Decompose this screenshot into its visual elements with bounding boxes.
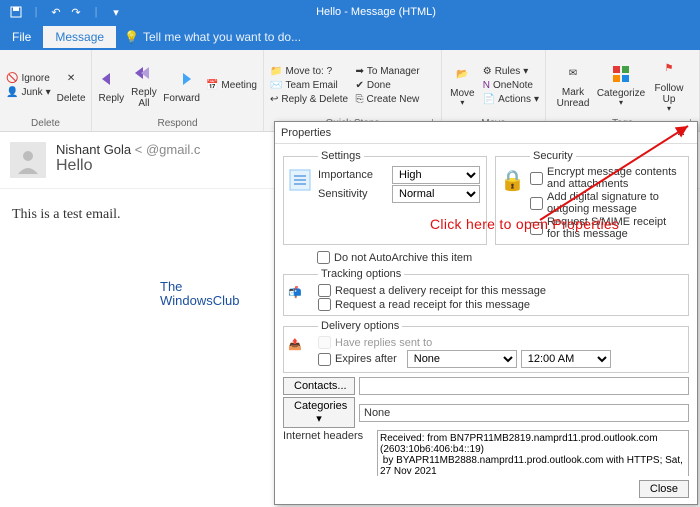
internet-headers-text[interactable]: Received: from BN7PR11MB2819.namprd11.pr… — [377, 430, 689, 476]
properties-dialog: Properties ✕ Settings ImportanceHigh Sen… — [274, 121, 698, 505]
delivery-group: Delivery options 📤 Have replies sent to … — [283, 320, 689, 373]
tab-file[interactable]: File — [0, 26, 43, 48]
meeting-button[interactable]: 📅Meeting — [206, 79, 257, 92]
tab-message[interactable]: Message — [43, 26, 116, 48]
create-icon: ⎘ — [355, 94, 363, 105]
redo-icon[interactable]: ↷ — [68, 4, 84, 20]
group-label: Respond — [98, 118, 257, 131]
replies-checkbox — [318, 336, 331, 349]
chevron-down-icon: ▾ — [534, 94, 539, 105]
chevron-down-icon: ▾ — [523, 66, 528, 77]
dialog-title: Properties — [281, 127, 331, 139]
qat-sep: | — [28, 4, 44, 20]
read-receipt-checkbox[interactable] — [318, 298, 331, 311]
categories-button[interactable]: Categories ▾ — [283, 397, 355, 428]
delivery-receipt-checkbox[interactable] — [318, 284, 331, 297]
expires-checkbox[interactable] — [318, 353, 331, 366]
reply-button[interactable]: Reply — [98, 67, 125, 104]
check-icon: ✔ — [355, 80, 363, 91]
tracking-group: Tracking options 📬 Request a delivery re… — [283, 268, 689, 316]
ribbon-tabs: File Message 💡 Tell me what you want to … — [0, 24, 700, 50]
actions-button[interactable]: 📄Actions▾ — [483, 93, 539, 106]
chevron-down-icon: ▾ — [667, 105, 671, 114]
forward-icon — [170, 67, 194, 91]
autoarchive-checkbox[interactable] — [317, 251, 330, 264]
followup-button[interactable]: ⚑Follow Up▾ — [648, 57, 690, 114]
delivery-icon: 📤 — [288, 338, 312, 362]
avatar — [10, 142, 46, 178]
mark-unread-button[interactable]: ✉Mark Unread — [552, 61, 594, 109]
close-button[interactable]: Close — [639, 480, 689, 498]
actions-icon: 📄 — [483, 94, 495, 105]
group-label: Delete — [6, 118, 85, 131]
contacts-button[interactable]: Contacts... — [283, 377, 355, 395]
internet-headers-label: Internet headers — [283, 430, 373, 476]
contacts-field[interactable] — [359, 377, 689, 395]
settings-icon — [288, 168, 312, 192]
chevron-down-icon: ▾ — [316, 413, 322, 425]
categorize-icon — [609, 62, 633, 86]
quickstep-moveto[interactable]: 📁Move to: ? — [270, 65, 355, 78]
move-icon: 📂 — [450, 62, 474, 86]
folder-icon: 📁 — [270, 66, 282, 77]
quickstep-tomanager[interactable]: ➡To Manager — [355, 65, 435, 78]
mail-unread-icon: ✉ — [561, 61, 585, 85]
sender-email: < @gmail.c — [135, 142, 201, 157]
expires-date-select[interactable]: None — [407, 350, 517, 368]
categories-field[interactable]: None — [359, 404, 689, 422]
chevron-down-icon: ▾ — [619, 99, 623, 108]
sender-name: Nishant Gola — [56, 142, 131, 157]
onenote-icon: N — [483, 80, 490, 91]
reply-all-icon — [132, 61, 156, 85]
forward-button[interactable]: Forward — [163, 67, 200, 104]
chevron-down-icon: ▾ — [460, 99, 464, 108]
window-title: Hello - Message (HTML) — [132, 6, 620, 18]
rules-icon: ⚙ — [483, 66, 492, 77]
rules-button[interactable]: ⚙Rules▾ — [483, 65, 539, 78]
ignore-icon: 🚫 — [6, 73, 18, 84]
reply-delete-icon: ↩ — [270, 94, 278, 105]
chevron-down-icon: ▾ — [46, 87, 51, 98]
save-icon[interactable] — [8, 4, 24, 20]
watermark: The WindowsClub — [160, 280, 239, 309]
sign-checkbox[interactable] — [530, 197, 543, 210]
delete-icon: ✕ — [59, 67, 83, 91]
quickstep-done[interactable]: ✔Done — [355, 79, 435, 92]
lightbulb-icon: 💡 — [124, 30, 139, 44]
tell-me-search[interactable]: 💡 Tell me what you want to do... — [124, 30, 301, 44]
junk-button[interactable]: 👤Junk▾ — [6, 86, 51, 99]
meeting-icon: 📅 — [206, 80, 218, 91]
delete-button[interactable]: ✕Delete — [57, 67, 86, 104]
annotation-text: Click here to open Properties — [430, 216, 619, 232]
mail-icon: ✉️ — [270, 80, 282, 91]
quickstep-createnew[interactable]: ⎘Create New — [355, 93, 435, 106]
undo-icon[interactable]: ↶ — [48, 4, 64, 20]
quickstep-replydelete[interactable]: ↩Reply & Delete — [270, 93, 355, 106]
sensitivity-select[interactable]: Normal — [392, 185, 480, 203]
categorize-button[interactable]: Categorize▾ — [600, 62, 642, 108]
onenote-button[interactable]: NOneNote — [483, 79, 539, 92]
importance-select[interactable]: High — [392, 166, 480, 184]
reply-all-button[interactable]: Reply All — [131, 61, 158, 109]
encrypt-checkbox[interactable] — [530, 172, 543, 185]
title-bar: | ↶ ↷ | ▾ Hello - Message (HTML) — [0, 0, 700, 24]
reply-icon — [99, 67, 123, 91]
ribbon: 🚫Ignore 👤Junk▾ ✕Delete Delete Reply Repl… — [0, 50, 700, 132]
tracking-icon: 📬 — [288, 286, 312, 310]
move-button[interactable]: 📂Move▾ — [448, 62, 477, 108]
flag-icon: ⚑ — [657, 57, 681, 81]
ignore-button[interactable]: 🚫Ignore — [6, 72, 51, 85]
junk-icon: 👤 — [6, 87, 18, 98]
expires-time-select[interactable]: 12:00 AM — [521, 350, 611, 368]
message-subject: Hello — [56, 157, 200, 175]
qat-dropdown-icon[interactable]: ▾ — [108, 4, 124, 20]
close-icon[interactable]: ✕ — [671, 126, 691, 139]
qat-sep: | — [88, 4, 104, 20]
lock-icon: 🔒 — [500, 168, 524, 192]
forward-icon: ➡ — [355, 66, 363, 77]
quickstep-teamemail[interactable]: ✉️Team Email — [270, 79, 355, 92]
